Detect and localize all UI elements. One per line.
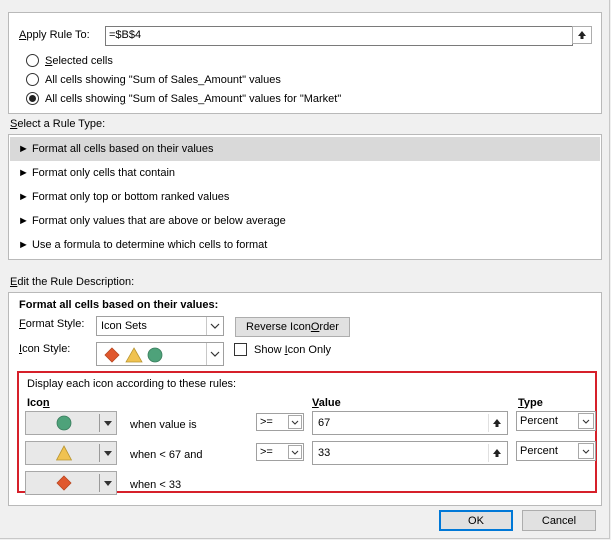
icon-picker-row-1[interactable] [25, 411, 117, 435]
radio-all-cells-showing-label: All cells showing "Sum of Sales_Amount" … [45, 74, 281, 86]
collapse-arrow-icon[interactable] [488, 444, 505, 462]
red-diamond-icon [56, 475, 72, 491]
radio-all-cells-for-market-label: All cells showing "Sum of Sales_Amount" … [45, 93, 342, 105]
dropdown-arrow-icon [100, 412, 116, 434]
show-icon-only-checkbox[interactable] [234, 343, 247, 356]
dropdown-arrow-icon [100, 472, 116, 494]
chevron-down-icon [288, 415, 302, 429]
rule-type-item[interactable]: ► Format only values that are above or b… [10, 209, 600, 233]
radio-all-cells-showing[interactable] [26, 73, 39, 86]
condition-row-3: when < 33 [130, 479, 182, 491]
icon-set-preview [104, 347, 166, 366]
format-style-select[interactable]: Icon Sets [96, 316, 224, 336]
condition-row-1: when value is [130, 419, 197, 431]
reverse-icon-order-button[interactable]: Reverse Icon Order [235, 317, 350, 337]
ok-button[interactable]: OK [439, 510, 513, 531]
collapse-arrow-icon [578, 31, 586, 39]
column-header-icon: Icon [27, 397, 50, 409]
column-header-type: Type [518, 397, 543, 409]
show-icon-only-label: Show Icon Only [254, 344, 332, 356]
condition-row-2: when < 67 and [130, 449, 203, 461]
icon-rules-box: Display each icon according to these rul… [17, 371, 597, 495]
chevron-down-icon [288, 445, 302, 459]
format-style-label: Format Style: [19, 318, 85, 330]
cancel-button[interactable]: Cancel [522, 510, 596, 531]
apply-rule-label: Apply Rule To: [19, 29, 90, 41]
chevron-down-icon [578, 413, 594, 429]
chevron-down-icon [578, 443, 594, 459]
icon-picker-row-3[interactable] [25, 471, 117, 495]
type-select-row-1[interactable]: Percent [516, 411, 596, 431]
apply-rule-input[interactable]: =$B$4 [105, 26, 573, 46]
dropdown-arrow-icon [100, 442, 116, 464]
value-input-row-1[interactable]: 67 [312, 411, 508, 435]
collapse-arrow-icon[interactable] [488, 414, 505, 432]
type-select-row-2[interactable]: Percent [516, 441, 596, 461]
rule-type-list: ► Format all cells based on their values… [8, 134, 602, 260]
radio-all-cells-for-market[interactable] [26, 92, 39, 105]
icon-style-label: Icon Style: [19, 343, 71, 355]
icon-picker-row-2[interactable] [25, 441, 117, 465]
yellow-triangle-icon [125, 347, 143, 363]
apply-rule-group: Apply Rule To: =$B$4 Selected cells All … [8, 12, 602, 114]
green-circle-icon [56, 415, 72, 431]
operator-select-row-1[interactable]: >= [256, 413, 304, 431]
rule-type-item[interactable]: ► Use a formula to determine which cells… [10, 233, 600, 257]
rule-type-item[interactable]: ► Format only cells that contain [10, 161, 600, 185]
yellow-triangle-icon [56, 445, 72, 461]
radio-selected-cells-label: Selected cells [45, 55, 113, 67]
collapse-dialog-button[interactable] [572, 26, 592, 44]
icon-style-select[interactable] [96, 342, 224, 366]
rule-type-item[interactable]: ► Format only top or bottom ranked value… [10, 185, 600, 209]
rule-description-panel: Format all cells based on their values: … [8, 292, 602, 506]
chevron-down-icon [206, 343, 223, 365]
green-circle-icon [147, 347, 163, 363]
description-title: Format all cells based on their values: [19, 299, 219, 311]
red-diamond-icon [104, 347, 120, 363]
rule-type-heading: Select a Rule Type: [10, 118, 106, 130]
value-input-row-2[interactable]: 33 [312, 441, 508, 465]
rule-type-item[interactable]: ► Format all cells based on their values [10, 137, 600, 161]
operator-select-row-2[interactable]: >= [256, 443, 304, 461]
rules-caption: Display each icon according to these rul… [27, 378, 237, 390]
radio-selected-cells[interactable] [26, 54, 39, 67]
chevron-down-icon [206, 317, 223, 335]
edit-description-heading: Edit the Rule Description: [10, 276, 135, 288]
column-header-value: Value [312, 397, 341, 409]
